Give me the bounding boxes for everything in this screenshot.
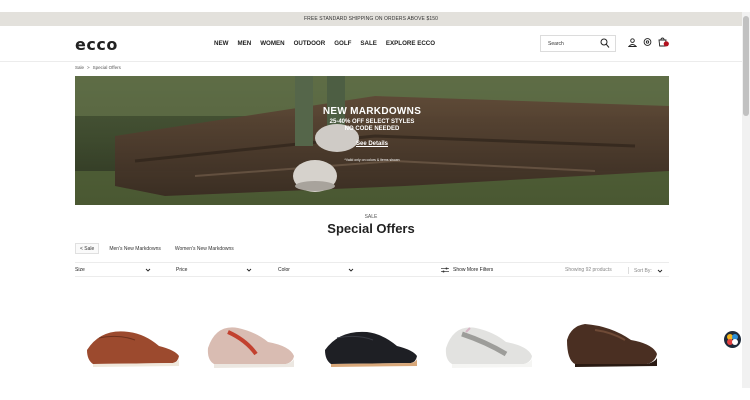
pink-red-hiking-sneaker: [207, 327, 294, 368]
black-leather-derby-shoe: [325, 331, 417, 367]
chevron-down-icon: [348, 268, 354, 272]
product-count-text: Showing 92 products: [565, 267, 612, 273]
category-chips: < Sale Men's New Markdowns Women's New M…: [75, 243, 238, 254]
breadcrumb: Sale > Special Offers: [75, 65, 121, 70]
chip-mens-markdowns[interactable]: Men's New Markdowns: [105, 243, 165, 254]
product-grid: [75, 310, 669, 380]
bag-icon[interactable]: [658, 37, 669, 47]
hero-disclaimer: *Valid only on colors & items shown: [344, 158, 400, 162]
nav-item-sale[interactable]: SALE: [360, 40, 377, 47]
product-card[interactable]: [79, 310, 189, 380]
filter-color[interactable]: Color: [278, 267, 354, 273]
scrollbar-thumb[interactable]: [743, 16, 749, 116]
nav-item-golf[interactable]: GOLF: [334, 40, 351, 47]
breadcrumb-current: Special Offers: [92, 65, 121, 70]
dark-brown-loafer: [567, 324, 657, 367]
product-count: Showing 92 products: [565, 267, 612, 273]
product-card[interactable]: [555, 310, 665, 380]
filter-color-label: Color: [278, 267, 290, 273]
chat-widget-icon: [727, 334, 738, 345]
filter-size-label: Size: [75, 267, 85, 273]
header-icons: [628, 37, 669, 47]
grey-white-running-sneaker: [445, 327, 532, 368]
product-card[interactable]: [317, 310, 427, 380]
hero-text: NEW MARKDOWNS 25-40% OFF SELECT STYLES N…: [75, 106, 669, 162]
section-eyebrow: SALE: [364, 214, 378, 220]
filter-size[interactable]: Size: [75, 267, 151, 273]
chevron-down-icon: [657, 269, 663, 273]
brown-leather-derby-shoe: [87, 331, 179, 367]
chat-widget-button[interactable]: [724, 331, 741, 348]
hero-banner[interactable]: NEW MARKDOWNS 25-40% OFF SELECT STYLES N…: [75, 76, 669, 205]
promo-bar[interactable]: FREE STANDARD SHIPPING ON ORDERS ABOVE $…: [0, 12, 742, 26]
search-icon[interactable]: [600, 38, 610, 49]
location-icon[interactable]: [643, 37, 652, 47]
filter-price[interactable]: Price: [176, 267, 252, 273]
nav-item-men[interactable]: MEN: [237, 40, 251, 47]
ecco-logo[interactable]: ecco: [75, 35, 118, 54]
chip-womens-markdowns[interactable]: Women's New Markdowns: [171, 243, 238, 254]
sort-by-label: Sort By:: [634, 267, 652, 274]
show-more-filters-label: Show More Filters: [453, 267, 494, 273]
show-more-filters-button[interactable]: Show More Filters: [441, 267, 493, 273]
nav-item-new[interactable]: NEW: [214, 40, 228, 47]
page-scrollbar[interactable]: [742, 12, 750, 388]
chevron-down-icon: [246, 268, 252, 272]
filter-price-label: Price: [176, 267, 188, 273]
nav-item-women[interactable]: WOMEN: [260, 40, 284, 47]
account-icon[interactable]: [628, 37, 637, 47]
search-input[interactable]: Search: [540, 35, 616, 52]
sort-by-select[interactable]: Sort By:: [628, 267, 663, 274]
search-placeholder: Search: [548, 40, 564, 47]
site-header: ecco NEW MEN WOMEN OUTDOOR GOLF SALE EXP…: [0, 26, 742, 62]
nav-item-explore-ecco[interactable]: EXPLORE ECCO: [386, 40, 435, 47]
hero-code-note: NO CODE NEEDED: [344, 126, 400, 132]
sliders-icon: [441, 267, 449, 273]
page-title: Special Offers: [327, 221, 415, 236]
nav-item-outdoor[interactable]: OUTDOOR: [294, 40, 326, 47]
hero-offer: 25-40% OFF SELECT STYLES: [329, 119, 415, 125]
hero-title: NEW MARKDOWNS: [322, 106, 422, 117]
product-card[interactable]: [198, 310, 308, 380]
filter-bar: Size Price Color Show More Filters Showi…: [75, 262, 669, 277]
breadcrumb-parent[interactable]: Sale: [75, 65, 84, 70]
breadcrumb-separator: >: [87, 65, 90, 70]
chip-back-sale[interactable]: < Sale: [75, 243, 100, 254]
chevron-down-icon: [145, 268, 151, 272]
main-nav: NEW MEN WOMEN OUTDOOR GOLF SALE EXPLORE …: [214, 40, 435, 47]
page: FREE STANDARD SHIPPING ON ORDERS ABOVE $…: [0, 0, 750, 400]
product-card[interactable]: [436, 310, 546, 380]
promo-text: FREE STANDARD SHIPPING ON ORDERS ABOVE $…: [304, 16, 438, 22]
see-details-link[interactable]: See Details: [356, 141, 388, 147]
bottom-area: [0, 388, 750, 400]
